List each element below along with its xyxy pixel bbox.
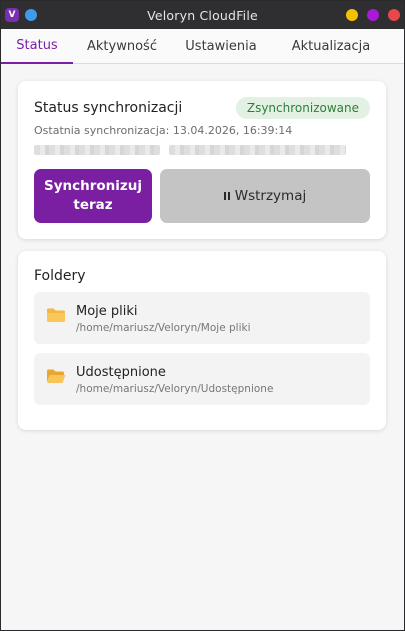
pause-icon [223, 192, 230, 200]
folder-icon [47, 308, 65, 322]
tab-activity[interactable]: Aktywność [73, 29, 171, 64]
sync-status-card: Status synchronizacji Zsynchronizowane O… [18, 81, 386, 239]
folder-item-shared[interactable]: Udostępnione /home/mariusz/Veloryn/Udost… [34, 353, 370, 405]
pause-button[interactable]: Wstrzymaj [160, 169, 370, 223]
app-logo-icon: V [5, 8, 19, 22]
folders-card: Foldery Moje pliki /home/mariusz/Veloryn… [18, 251, 386, 430]
folder-name: Udostępnione [76, 365, 166, 380]
maximize-button[interactable] [367, 9, 379, 21]
folder-name: Moje pliki [76, 304, 138, 319]
title-bar[interactable]: V Veloryn CloudFile [1, 1, 404, 29]
status-badge: Zsynchronizowane [235, 97, 370, 119]
redacted-text [34, 145, 160, 155]
tab-status[interactable]: Status [1, 29, 73, 64]
redacted-text [169, 145, 346, 155]
tab-bar: Status Aktywność Ustawienia Aktualizacja [1, 29, 404, 64]
pause-button-label: Wstrzymaj [234, 188, 307, 204]
app-window: V Veloryn CloudFile Status Aktywność Ust… [0, 0, 405, 631]
window-title: Veloryn CloudFile [147, 7, 258, 23]
close-button[interactable] [388, 9, 400, 21]
folder-path: /home/mariusz/Veloryn/Udostępnione [76, 383, 274, 395]
tab-settings[interactable]: Ustawienia [171, 29, 271, 64]
sync-now-button[interactable]: Synchronizuj teraz [34, 169, 152, 223]
pin-window-button[interactable] [25, 9, 37, 21]
sync-status-title: Status synchronizacji [34, 100, 183, 116]
open-folder-icon [47, 369, 66, 383]
minimize-button[interactable] [346, 9, 358, 21]
tab-updates[interactable]: Aktualizacja [271, 29, 391, 64]
folder-path: /home/mariusz/Veloryn/Moje pliki [76, 322, 251, 334]
folders-title: Foldery [34, 268, 86, 284]
folder-item-my-files[interactable]: Moje pliki /home/mariusz/Veloryn/Moje pl… [34, 292, 370, 344]
last-sync-time: Ostatnia synchronizacja: 13.04.2026, 16:… [34, 124, 293, 137]
